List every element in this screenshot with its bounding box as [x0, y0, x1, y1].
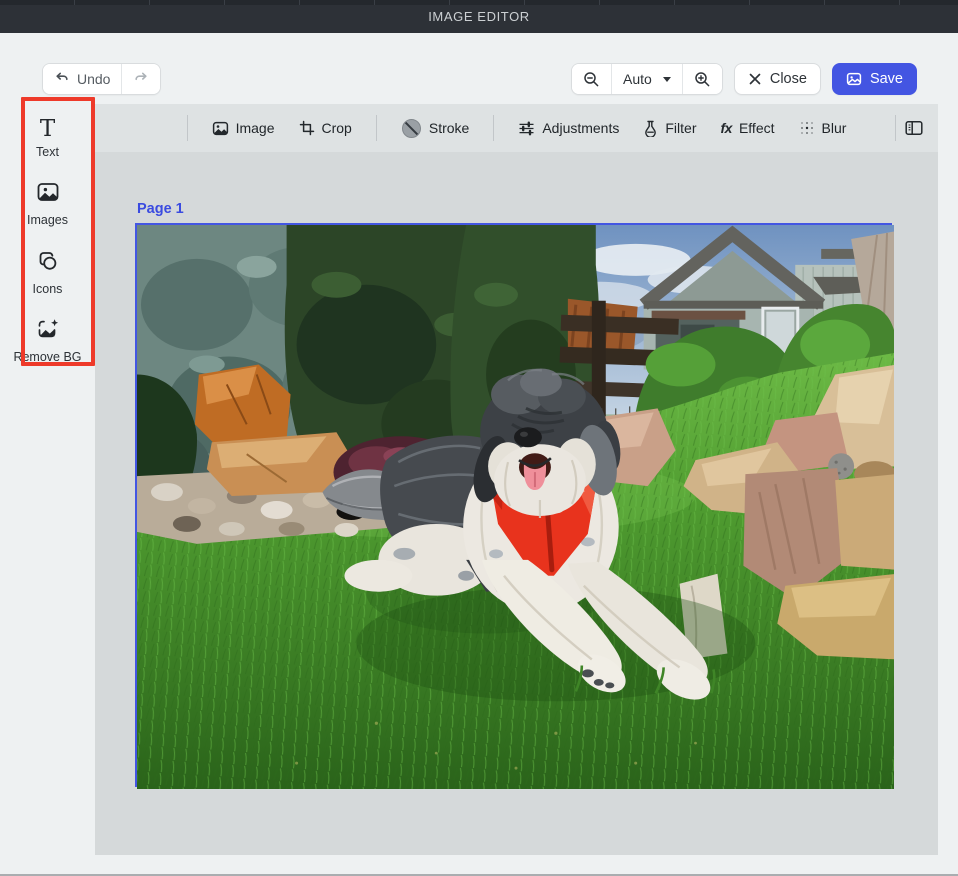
- sidebar-item-text[interactable]: T Text: [12, 117, 84, 159]
- top-right-controls: Auto Close Save: [571, 63, 917, 95]
- tool-stroke[interactable]: Stroke: [401, 118, 469, 139]
- sidebar-item-icons[interactable]: Icons: [12, 249, 84, 296]
- undo-button[interactable]: Undo: [43, 64, 121, 94]
- icons-icon: [36, 249, 60, 278]
- stroke-icon: [401, 118, 422, 139]
- tool-adjustments-label: Adjustments: [542, 120, 619, 136]
- zoom-in-icon: [694, 71, 711, 88]
- close-button[interactable]: Close: [734, 63, 821, 95]
- zoom-out-icon: [583, 71, 600, 88]
- filter-flask-icon: [643, 120, 658, 137]
- remove-bg-icon: [36, 317, 60, 346]
- zoom-in-button[interactable]: [682, 64, 722, 94]
- tool-stroke-label: Stroke: [429, 120, 469, 136]
- tool-filter-label: Filter: [665, 120, 696, 136]
- undo-redo-group: Undo: [42, 63, 161, 95]
- redo-button[interactable]: [121, 64, 160, 94]
- toolbar-divider: [493, 115, 494, 141]
- undo-icon: [54, 70, 70, 89]
- text-icon: T: [40, 117, 55, 141]
- crop-icon: [299, 120, 315, 136]
- sidebar-item-remove-bg[interactable]: Remove BG: [12, 317, 84, 364]
- tool-adjustments[interactable]: Adjustments: [518, 120, 619, 137]
- tool-filter[interactable]: Filter: [643, 120, 696, 137]
- save-button[interactable]: Save: [832, 63, 917, 95]
- close-label: Close: [770, 71, 807, 87]
- image-editor-window: IMAGE EDITOR Undo Auto: [0, 0, 958, 876]
- tool-crop[interactable]: Crop: [299, 120, 352, 136]
- image-icon: [212, 120, 229, 137]
- close-icon: [748, 72, 762, 86]
- blur-icon: [799, 120, 815, 136]
- sidebar-item-remove-bg-label: Remove BG: [13, 350, 81, 364]
- save-label: Save: [870, 71, 903, 87]
- toolbar-divider: [187, 115, 188, 141]
- zoom-out-button[interactable]: [572, 64, 611, 94]
- sidebar-item-icons-label: Icons: [33, 282, 63, 296]
- toolbar-divider: [895, 115, 896, 141]
- dog-backyard-photo: [137, 225, 894, 789]
- tool-image-label: Image: [236, 120, 275, 136]
- sidebar-item-images[interactable]: Images: [12, 180, 84, 227]
- sidebar-item-text-label: Text: [36, 145, 59, 159]
- editor-panel: Image Crop Stroke Adjustments Filter fx: [95, 104, 938, 855]
- chevron-down-icon: [663, 77, 671, 82]
- zoom-level-value: Auto: [623, 71, 652, 87]
- tool-blur-label: Blur: [822, 120, 847, 136]
- zoom-level-select[interactable]: Auto: [611, 64, 682, 94]
- canvas-area[interactable]: Page 1: [95, 152, 938, 855]
- tool-blur[interactable]: Blur: [799, 120, 847, 136]
- tool-effect-label: Effect: [739, 120, 775, 136]
- images-icon: [36, 180, 60, 209]
- editor-toolbar: Image Crop Stroke Adjustments Filter fx: [95, 104, 938, 152]
- toolbar-divider: [376, 115, 377, 141]
- sidebar: T Text Images Icons Remove BG: [0, 104, 95, 365]
- panel-toggle-button[interactable]: [904, 118, 924, 141]
- page-image-selected[interactable]: [135, 223, 892, 787]
- effect-fx-icon: fx: [721, 120, 732, 136]
- tool-crop-label: Crop: [322, 120, 352, 136]
- adjustments-icon: [518, 120, 535, 137]
- tool-effect[interactable]: fx Effect: [721, 120, 775, 136]
- app-title: IMAGE EDITOR: [428, 9, 530, 24]
- title-bar: IMAGE EDITOR: [0, 0, 958, 33]
- save-image-icon: [846, 71, 862, 87]
- zoom-controls: Auto: [571, 63, 723, 95]
- tool-image[interactable]: Image: [212, 120, 275, 137]
- page-label[interactable]: Page 1: [137, 201, 184, 217]
- redo-icon: [133, 70, 149, 89]
- undo-label: Undo: [77, 71, 110, 87]
- sidebar-item-images-label: Images: [27, 213, 68, 227]
- panel-toggle-icon: [904, 118, 924, 138]
